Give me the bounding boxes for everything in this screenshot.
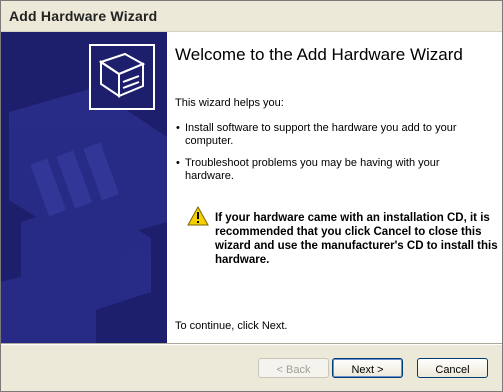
wizard-sidebar bbox=[1, 32, 167, 343]
cancel-button[interactable]: Cancel bbox=[417, 358, 488, 378]
warning-icon bbox=[187, 206, 209, 226]
button-separator bbox=[1, 343, 502, 345]
window-title: Add Hardware Wizard bbox=[9, 8, 158, 24]
warning-message: If your hardware came with an installati… bbox=[215, 212, 498, 266]
bullet-troubleshoot: Troubleshoot problems you may be having … bbox=[176, 157, 475, 183]
bullet-install: Install software to support the hardware… bbox=[176, 122, 475, 148]
continue-instruction: To continue, click Next. bbox=[175, 320, 288, 332]
hardware-card-icon bbox=[89, 44, 155, 110]
next-button[interactable]: Next > bbox=[332, 358, 403, 378]
wizard-content: Welcome to the Add Hardware Wizard This … bbox=[167, 32, 502, 343]
back-button[interactable]: < Back bbox=[258, 358, 329, 378]
intro-text: This wizard helps you: bbox=[175, 97, 284, 109]
page-title: Welcome to the Add Hardware Wizard bbox=[175, 45, 463, 64]
title-bar[interactable]: Add Hardware Wizard bbox=[1, 1, 502, 32]
wizard-window: Add Hardware Wizard Welcome to the Add H… bbox=[0, 0, 503, 392]
